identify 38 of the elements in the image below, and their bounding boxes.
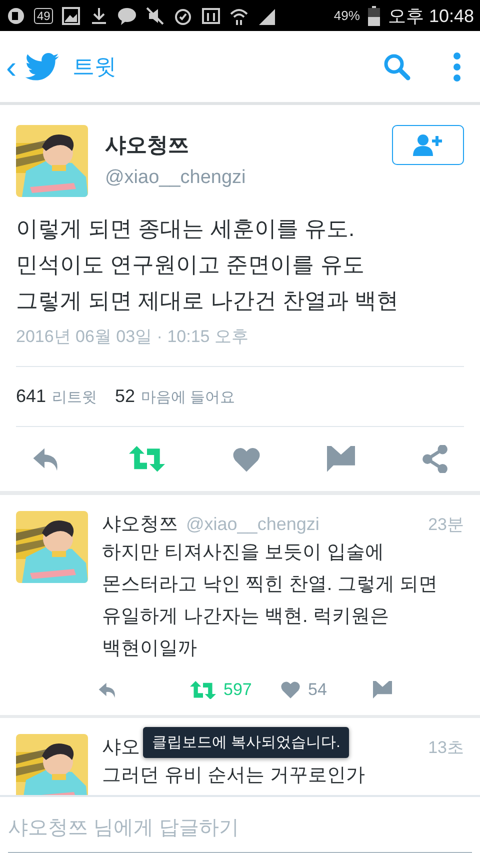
reply-icon[interactable]	[98, 682, 118, 698]
clock: 오후 10:48	[388, 4, 474, 28]
bird-logo-icon	[24, 52, 59, 81]
user-name: 샤오청쯔	[105, 133, 190, 160]
share-icon[interactable]	[422, 445, 448, 474]
tweet-text: 그러던 유비 순서는 거꾸로인가	[102, 764, 366, 788]
toast-message: 클립보드에 복사되었습니다.	[143, 727, 350, 758]
retweet-icon[interactable]	[190, 680, 216, 700]
heart-icon[interactable]	[281, 681, 300, 699]
battery-percentage: 49%	[334, 8, 360, 24]
notification-count: 49	[34, 8, 54, 24]
add-user-icon	[413, 134, 443, 156]
like-count: 54	[308, 680, 327, 700]
follow-button[interactable]	[392, 125, 464, 166]
image-icon	[61, 6, 82, 26]
direct-message-icon[interactable]	[326, 446, 355, 472]
user-handle: @xiao__chengzi	[186, 514, 320, 536]
tweet-timestamp: 2016년 06월 03일 · 10:15 오후	[16, 325, 464, 368]
tweet-text: 이렇게 되면 종대는 세훈이를 유도. 민석이도 연구원이고 준면이를 유도 그렇게 되면 제대로 나간건 찬열과 백현	[16, 215, 400, 316]
user-name: 샤오청쯔	[102, 513, 178, 538]
tweet-text: 하지만 티져사진을 보듯이 입술에 몬스터라고 낙인 찍힌 찬열. 그렇게 되면 유일하게 나간자는 백현. 럭키원은 백현이일까	[102, 541, 439, 662]
retweet-icon[interactable]	[129, 446, 166, 472]
search-icon[interactable]	[383, 52, 411, 81]
retweet-count: 597	[224, 680, 252, 700]
user-handle: @xiao__chengzi	[105, 167, 247, 190]
reply-input-field[interactable]: 샤오청쯔 님에게 답글하기	[8, 813, 472, 853]
direct-message-icon[interactable]	[372, 681, 392, 699]
more-options-icon[interactable]	[453, 52, 461, 82]
stat-count[interactable]: 52 마음에 들어요	[115, 386, 236, 408]
heart-icon[interactable]	[232, 446, 260, 472]
tweet-time: 23분	[428, 514, 464, 536]
stat-count[interactable]: 641 리트윗	[16, 386, 98, 408]
user-name: 샤오	[102, 736, 140, 760]
chat-bubble-icon	[117, 6, 138, 26]
mute-icon	[145, 6, 166, 26]
tweet-time: 13초	[428, 737, 464, 760]
battery-icon	[368, 6, 380, 26]
page-title: 트윗	[72, 52, 117, 81]
